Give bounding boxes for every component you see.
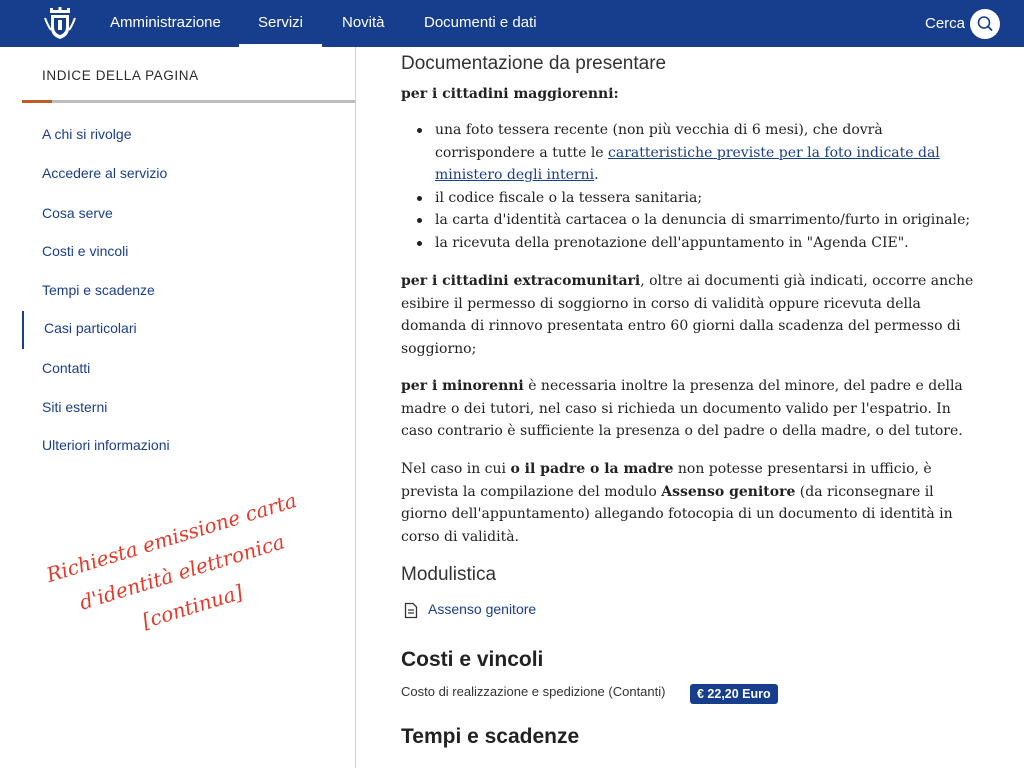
bullet-1-end: .: [594, 167, 599, 183]
sidebar-active-indicator: [22, 311, 24, 349]
cost-badge: € 22,20 Euro: [690, 684, 778, 704]
list-item: il codice fiscale o la tessera sanitaria…: [401, 187, 981, 210]
section-heading-costi-e-vincoli: Costi e vincoli: [401, 648, 544, 671]
sidebar-item-cosa-serve[interactable]: Cosa serve: [42, 205, 113, 221]
document-icon: [404, 602, 418, 619]
list-item: la ricevuta della prenotazione dell'appu…: [401, 232, 981, 255]
minorenni-paragraph: per i minorenni è necessaria inoltre la …: [401, 375, 981, 443]
adults-heading-bold: per i cittadini maggiorenni: [401, 86, 614, 102]
parent-text-1: Nel caso in cui: [401, 461, 511, 477]
list-item: la carta d'identità cartacea o la denunc…: [401, 209, 981, 232]
sidebar-item-contatti[interactable]: Contatti: [42, 360, 90, 376]
sidebar-item-accedere-al-servizio[interactable]: Accedere al servizio: [42, 165, 167, 181]
adults-heading: per i cittadini maggiorenni:: [401, 83, 981, 106]
reading-progress-bar: [22, 100, 355, 103]
parent-bold-1: o il padre o la madre: [510, 461, 674, 477]
reading-progress-fill: [22, 100, 52, 103]
nav-novita[interactable]: Novità: [342, 0, 385, 47]
section-heading-modulistica: Modulistica: [401, 564, 497, 585]
top-navbar: Amministrazione Servizi Novità Documenti…: [0, 0, 1024, 47]
cost-label: Costo di realizzazione e spedizione (Con…: [401, 684, 666, 699]
sidebar-item-costi-e-vincoli[interactable]: Costi e vincoli: [42, 243, 128, 259]
extracomunitari-bold: per i cittadini extracomunitari: [401, 273, 641, 289]
page-index-title: INDICE DELLA PAGINA: [42, 68, 199, 83]
handwritten-annotation: Richiesta emissione carta d'identità ele…: [13, 474, 351, 671]
sidebar-item-casi-particolari[interactable]: Casi particolari: [44, 320, 137, 336]
adults-heading-colon: :: [613, 86, 619, 102]
assenso-genitore-link[interactable]: Assenso genitore: [428, 601, 536, 617]
section-heading-documentazione: Documentazione da presentare: [401, 53, 667, 74]
nav-servizi[interactable]: Servizi: [239, 0, 322, 47]
list-item: una foto tessera recente (non più vecchi…: [401, 119, 981, 187]
section-heading-tempi-e-scadenze: Tempi e scadenze: [401, 725, 580, 748]
sidebar-divider: [355, 47, 356, 768]
municipal-crest-icon[interactable]: [44, 6, 76, 40]
search-label[interactable]: Cerca: [925, 0, 965, 47]
minorenni-bold: per i minorenni: [401, 378, 524, 394]
sidebar-item-tempi-e-scadenze[interactable]: Tempi e scadenze: [42, 282, 155, 298]
required-documents-list: una foto tessera recente (non più vecchi…: [401, 119, 981, 254]
nav-amministrazione[interactable]: Amministrazione: [110, 0, 221, 47]
search-icon: [977, 16, 993, 31]
sidebar-item-a-chi-si-rivolge[interactable]: A chi si rivolge: [42, 126, 131, 142]
extracomunitari-paragraph: per i cittadini extracomunitari, oltre a…: [401, 270, 981, 360]
parent-bold-2: Assenso genitore: [661, 483, 796, 500]
sidebar-item-ulteriori-informazioni[interactable]: Ulteriori informazioni: [42, 437, 170, 453]
parent-consent-paragraph: Nel caso in cui o il padre o la madre no…: [401, 458, 981, 548]
nav-documenti-e-dati[interactable]: Documenti e dati: [424, 0, 537, 47]
sidebar-item-siti-esterni[interactable]: Siti esterni: [42, 399, 107, 415]
search-button[interactable]: [970, 9, 1000, 39]
